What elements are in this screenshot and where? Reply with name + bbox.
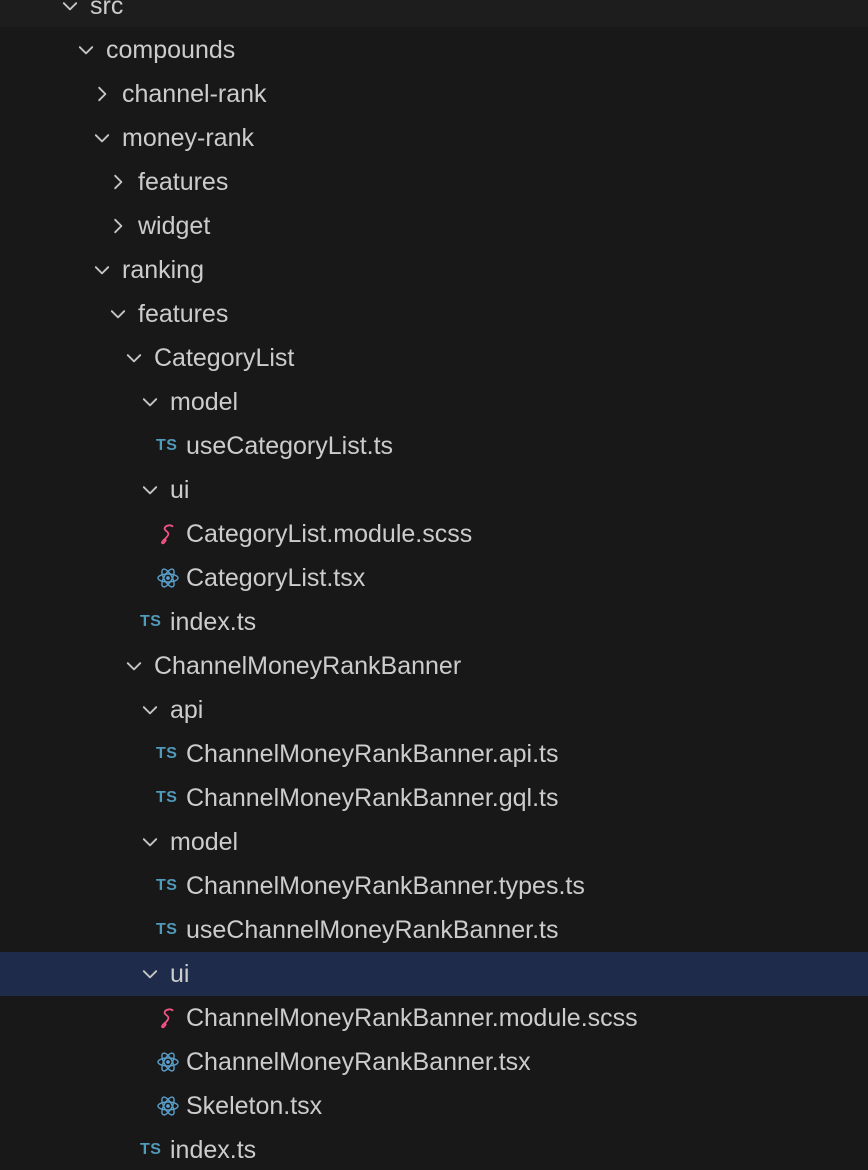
chevron-right-icon[interactable]	[106, 160, 128, 204]
typescript-icon: TS	[156, 745, 178, 762]
chevron-down-icon[interactable]	[138, 468, 160, 512]
file-label: useCategoryList.ts	[186, 432, 394, 460]
tree-folder-row[interactable]: ui	[0, 952, 868, 996]
tree-file-row[interactable]: CategoryList.module.scss	[0, 512, 868, 556]
file-label: ChannelMoneyRankBanner.module.scss	[186, 1004, 638, 1032]
react-icon	[156, 1040, 184, 1084]
folder-label: ui	[170, 960, 190, 988]
typescript-icon: TS	[140, 613, 162, 630]
tree-folder-row[interactable]: money-rank	[0, 116, 868, 160]
file-explorer-tree: src compounds channel-rank money-rank featur…	[0, 0, 868, 1170]
folder-label: model	[170, 828, 239, 856]
chevron-down-icon[interactable]	[74, 28, 96, 72]
folder-label: api	[170, 696, 204, 724]
file-label: Skeleton.tsx	[186, 1092, 323, 1120]
tree-file-row[interactable]: TS useChannelMoneyRankBanner.ts	[0, 908, 868, 952]
tree-file-row[interactable]: TS useCategoryList.ts	[0, 424, 868, 468]
tree-folder-row[interactable]: model	[0, 380, 868, 424]
tree-file-row[interactable]: TS index.ts	[0, 1128, 868, 1170]
file-label: ChannelMoneyRankBanner.gql.ts	[186, 784, 559, 812]
tree-folder-row[interactable]: ChannelMoneyRankBanner	[0, 644, 868, 688]
folder-label: ranking	[122, 256, 204, 284]
file-label: useChannelMoneyRankBanner.ts	[186, 916, 559, 944]
folder-label: widget	[138, 212, 211, 240]
file-label: index.ts	[170, 608, 257, 636]
chevron-down-icon[interactable]	[122, 644, 144, 688]
chevron-down-icon[interactable]	[138, 380, 160, 424]
tree-folder-row[interactable]: channel-rank	[0, 72, 868, 116]
tree-file-row[interactable]: TS ChannelMoneyRankBanner.types.ts	[0, 864, 868, 908]
sass-icon	[156, 512, 184, 556]
tree-folder-row[interactable]: widget	[0, 204, 868, 248]
chevron-down-icon[interactable]	[58, 0, 80, 28]
folder-label: src	[90, 0, 124, 20]
tree-file-row[interactable]: ChannelMoneyRankBanner.tsx	[0, 1040, 868, 1084]
chevron-down-icon[interactable]	[138, 688, 160, 732]
chevron-down-icon[interactable]	[106, 292, 128, 336]
folder-label: compounds	[106, 36, 236, 64]
chevron-right-icon[interactable]	[90, 72, 112, 116]
tree-file-row[interactable]: TS ChannelMoneyRankBanner.gql.ts	[0, 776, 868, 820]
chevron-down-icon[interactable]	[90, 248, 112, 292]
tree-folder-row[interactable]: ui	[0, 468, 868, 512]
tree-folder-row[interactable]: features	[0, 160, 868, 204]
file-label: index.ts	[170, 1136, 257, 1164]
tree-folder-row[interactable]: ranking	[0, 248, 868, 292]
typescript-icon: TS	[156, 789, 178, 806]
folder-label: money-rank	[122, 124, 254, 152]
typescript-icon: TS	[140, 1141, 162, 1158]
folder-label: model	[170, 388, 239, 416]
file-label: ChannelMoneyRankBanner.tsx	[186, 1048, 531, 1076]
folder-label: features	[138, 168, 229, 196]
chevron-down-icon[interactable]	[138, 952, 160, 996]
tree-folder-row[interactable]: model	[0, 820, 868, 864]
react-icon	[156, 556, 184, 600]
tree-file-row[interactable]: ChannelMoneyRankBanner.module.scss	[0, 996, 868, 1040]
tree-folder-row[interactable]: compounds	[0, 28, 868, 72]
tree-folder-row[interactable]: features	[0, 292, 868, 336]
tree-folder-row[interactable]: api	[0, 688, 868, 732]
folder-label: ui	[170, 476, 190, 504]
chevron-down-icon[interactable]	[122, 336, 144, 380]
folder-label: CategoryList	[154, 344, 295, 372]
file-label: CategoryList.tsx	[186, 564, 366, 592]
typescript-icon: TS	[156, 877, 178, 894]
file-label: CategoryList.module.scss	[186, 520, 473, 548]
tree-file-row[interactable]: CategoryList.tsx	[0, 556, 868, 600]
typescript-icon: TS	[156, 437, 178, 454]
tree-folder-row[interactable]: CategoryList	[0, 336, 868, 380]
folder-label: ChannelMoneyRankBanner	[154, 652, 462, 680]
typescript-icon: TS	[156, 921, 178, 938]
sass-icon	[156, 996, 184, 1040]
folder-label: features	[138, 300, 229, 328]
chevron-down-icon[interactable]	[90, 116, 112, 160]
tree-folder-row[interactable]: src	[0, 0, 868, 28]
tree-file-row[interactable]: TS index.ts	[0, 600, 868, 644]
chevron-down-icon[interactable]	[138, 820, 160, 864]
chevron-right-icon[interactable]	[106, 204, 128, 248]
file-label: ChannelMoneyRankBanner.types.ts	[186, 872, 585, 900]
folder-label: channel-rank	[122, 80, 267, 108]
react-icon	[156, 1084, 184, 1128]
tree-file-row[interactable]: Skeleton.tsx	[0, 1084, 868, 1128]
file-label: ChannelMoneyRankBanner.api.ts	[186, 740, 559, 768]
tree-file-row[interactable]: TS ChannelMoneyRankBanner.api.ts	[0, 732, 868, 776]
